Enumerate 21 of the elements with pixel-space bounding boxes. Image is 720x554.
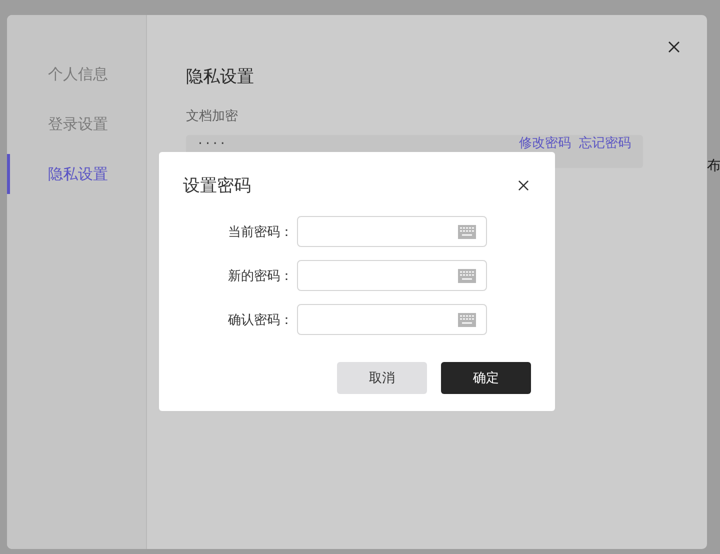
cancel-button[interactable]: 取消 — [337, 362, 427, 394]
password-field[interactable] — [297, 304, 487, 335]
link[interactable]: 修改密码 — [519, 137, 571, 151]
link[interactable]: 忘记密码 — [579, 137, 631, 151]
keyboard-icon[interactable] — [458, 268, 476, 282]
confirm-button[interactable]: 确定 — [441, 362, 531, 394]
field-label: 新的密码： — [227, 268, 293, 284]
field-label: 当前密码： — [227, 224, 293, 240]
sidebar-item[interactable]: 隐私设置 — [7, 154, 146, 194]
close-icon[interactable] — [668, 41, 680, 53]
keyboard-icon[interactable] — [458, 224, 476, 238]
field-label: 确认密码： — [227, 312, 293, 328]
password-field[interactable] — [297, 216, 487, 247]
close-icon[interactable] — [518, 180, 529, 190]
dialog-title: 设置密码 — [183, 174, 251, 196]
password-mask: ···· — [198, 137, 228, 151]
section-label: 文档加密 — [186, 108, 239, 125]
sidebar-item[interactable]: 个人信息 — [7, 64, 146, 114]
keyboard-icon[interactable] — [458, 312, 476, 326]
password-field[interactable] — [297, 260, 487, 291]
section-title: 隐私设置 — [186, 66, 255, 89]
